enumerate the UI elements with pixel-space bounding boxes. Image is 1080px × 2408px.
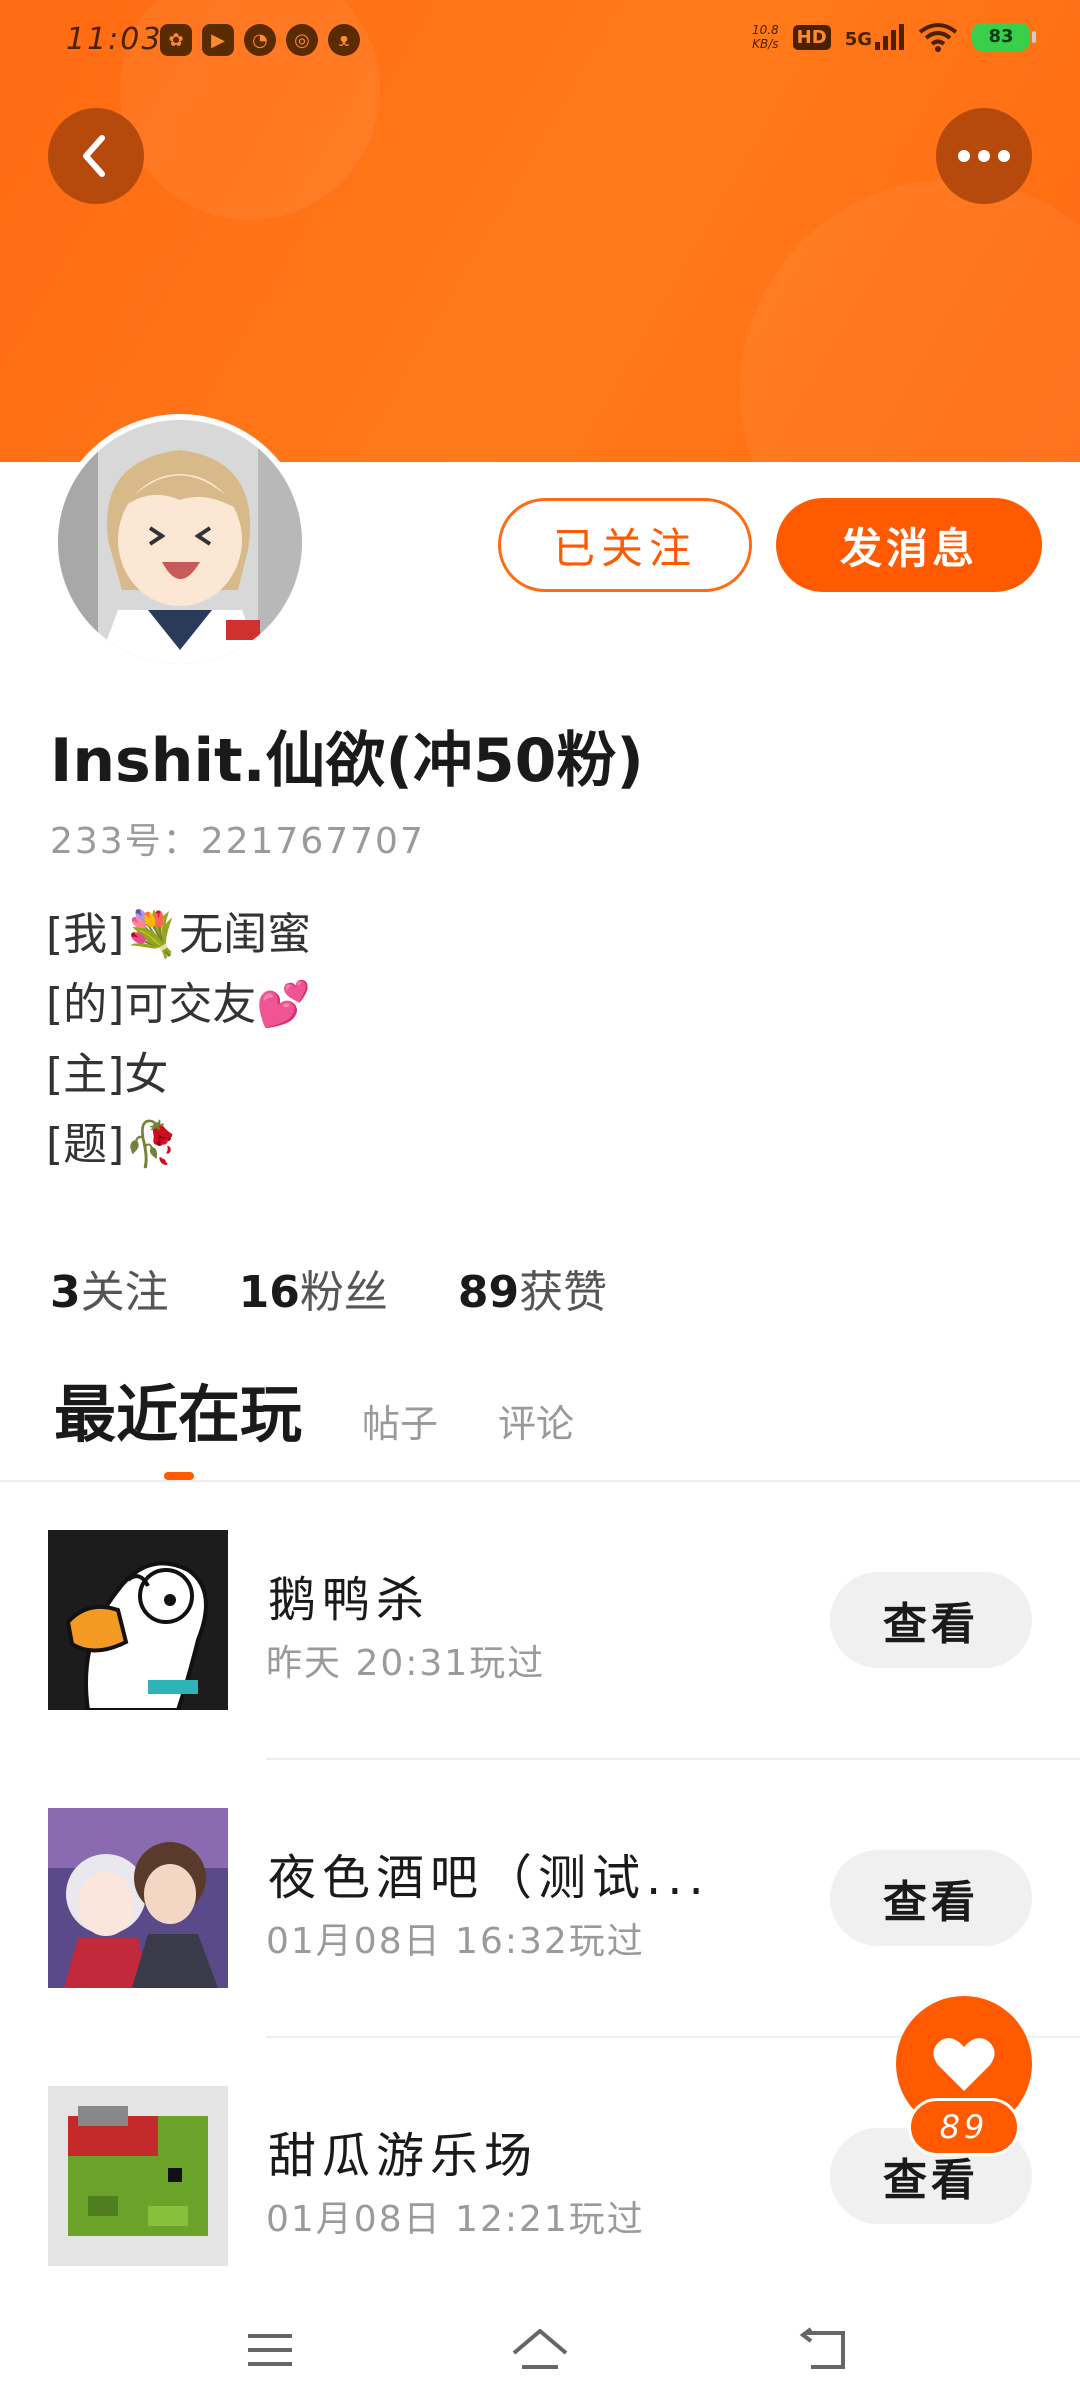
home-icon[interactable] [510, 2320, 570, 2380]
heart-icon [933, 2038, 995, 2091]
game-thumbnail [48, 1808, 228, 1988]
cat-app-icon: ᴥ [328, 24, 360, 56]
game-last-played: 01月08日 16:32玩过 [266, 1921, 645, 1962]
battery-icon: 83 [972, 23, 1036, 51]
baidu-icon: ✿ [160, 24, 192, 56]
game-last-played: 01月08日 12:21玩过 [266, 2199, 645, 2240]
username: Inshit.仙欲(冲50粉) [50, 726, 644, 796]
notification-icons: ✿ ▶ ◔ ◎ ᴥ [160, 24, 360, 56]
tab-posts[interactable]: 帖子 [362, 1393, 438, 1454]
hd-icon: HD [792, 24, 831, 50]
video-app-icon: ▶ [202, 24, 234, 56]
profile-tabs: 最近在玩 帖子 评论 [54, 1364, 574, 1454]
menu-icon[interactable] [240, 2320, 300, 2380]
following-button[interactable]: 已关注 [498, 498, 752, 592]
row-divider [266, 1758, 1080, 1760]
system-navigation-bar [0, 2290, 1080, 2408]
active-tab-indicator [164, 1472, 194, 1480]
app-icon-2: ◎ [286, 24, 318, 56]
view-game-button[interactable]: 查看 [830, 1850, 1032, 1946]
status-bar: 11:03 ✿ ▶ ◔ ◎ ᴥ 10.8 KB/s HD 5G 83 [0, 0, 1080, 80]
avatar-image [58, 420, 302, 664]
bio-line: [的]可交友💕 [46, 979, 312, 1030]
game-name: 鹅鸭杀 [268, 1572, 431, 1628]
status-time: 11:03 [66, 22, 163, 57]
game-thumbnail [48, 1530, 228, 1710]
profile-stats: 3关注 16粉丝 89获赞 [50, 1256, 607, 1320]
fans-stat[interactable]: 16粉丝 [239, 1256, 388, 1320]
tabs-divider [0, 1480, 1080, 1482]
user-id: 233号：221767707 [50, 821, 425, 862]
likes-stat: 89获赞 [457, 1267, 608, 1318]
following-stat[interactable]: 3关注 [50, 1256, 169, 1320]
tab-recently-played[interactable]: 最近在玩 [54, 1364, 302, 1454]
bio-line: [主]女 [46, 1049, 169, 1100]
game-list-item[interactable]: 夜色酒吧（测试... 01月08日 16:32玩过 查看 [0, 1808, 1080, 2008]
app-icon-1: ◔ [244, 24, 276, 56]
back-nav-icon[interactable] [794, 2320, 854, 2380]
wifi-icon [918, 23, 958, 52]
view-game-button[interactable]: 查看 [830, 1572, 1032, 1668]
bio: [我]💐无闺蜜 [的]可交友💕 [主]女 [题]🥀 [46, 900, 311, 1180]
game-last-played: 昨天 20:31玩过 [266, 1643, 546, 1684]
like-count-badge: 89 [908, 2098, 1020, 2156]
tab-comments[interactable]: 评论 [498, 1393, 574, 1454]
system-status-icons: 10.8 KB/s HD 5G 83 [751, 22, 1036, 52]
game-name: 甜瓜游乐场 [268, 2128, 539, 2184]
bio-line: [我]💐无闺蜜 [46, 909, 312, 960]
game-name: 夜色酒吧（测试... [268, 1850, 710, 1906]
send-message-button[interactable]: 发消息 [776, 498, 1042, 592]
signal-icon: 5G [845, 24, 904, 50]
game-thumbnail [48, 2086, 228, 2266]
game-list-item[interactable]: 鹅鸭杀 昨天 20:31玩过 查看 [0, 1530, 1080, 1730]
chevron-left-icon [83, 135, 105, 177]
more-dots-icon [958, 150, 1010, 162]
back-button[interactable] [48, 108, 144, 204]
net-speed: 10.8 KB/s [751, 23, 779, 51]
bio-line: [题]🥀 [46, 1119, 180, 1170]
more-options-button[interactable] [936, 108, 1032, 204]
avatar[interactable] [52, 414, 308, 670]
